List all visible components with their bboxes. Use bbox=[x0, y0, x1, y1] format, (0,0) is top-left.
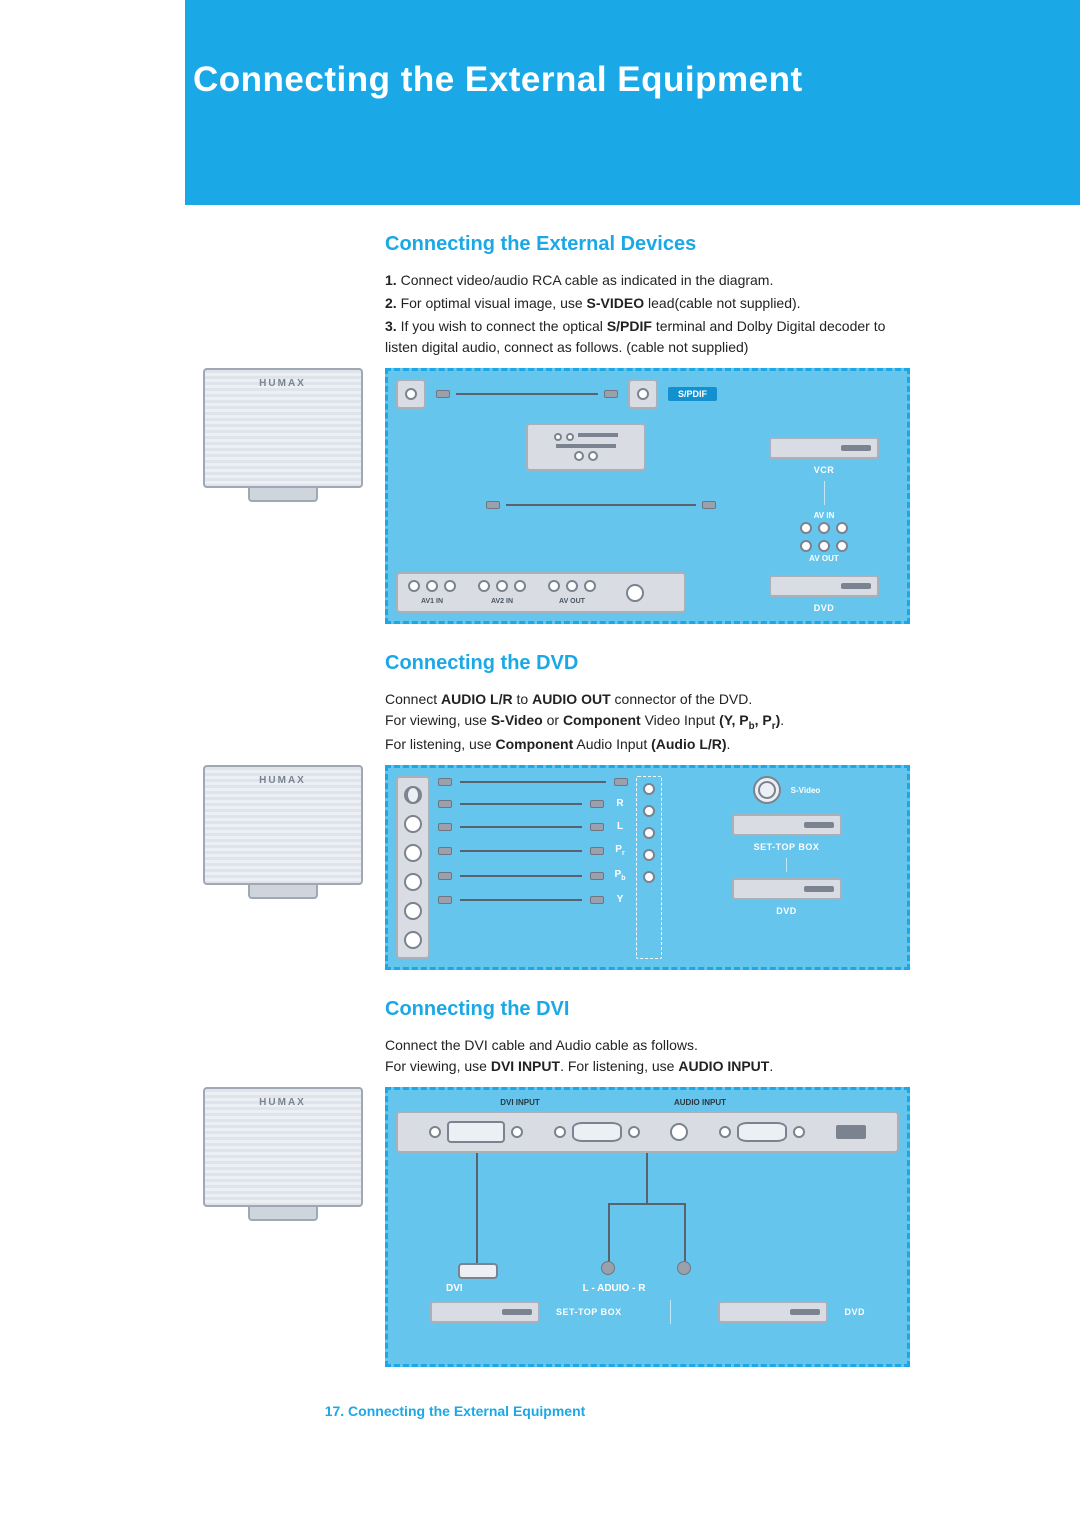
tv-rear-panel-2 bbox=[185, 765, 380, 899]
step1-text: Connect video/audio RCA cable as indicat… bbox=[397, 272, 774, 288]
page-footer: 17. Connecting the External Equipment bbox=[0, 1403, 910, 1419]
spdif-decoder-port-icon bbox=[637, 388, 649, 400]
tv-icon bbox=[203, 368, 363, 488]
header-band: Connecting the External Equipment bbox=[185, 0, 1080, 205]
dvd-y-port-icon bbox=[643, 871, 655, 883]
set-top-box-icon-2 bbox=[430, 1301, 540, 1323]
plug-icon bbox=[604, 390, 618, 398]
dvd-label: DVD bbox=[814, 603, 835, 613]
audio-jack-icon bbox=[670, 1123, 688, 1141]
page-title: Connecting the External Equipment bbox=[193, 60, 803, 100]
section-heading-dvd: Connecting the DVD bbox=[385, 652, 910, 675]
tv-icon bbox=[203, 765, 363, 885]
av2-in-label: AV2 IN bbox=[482, 598, 522, 605]
dvd-device-icon-3 bbox=[718, 1301, 828, 1323]
step2-num: 2. bbox=[385, 295, 397, 311]
audio-l-plug-icon bbox=[601, 1261, 615, 1275]
svideo-tv-port-icon bbox=[404, 786, 422, 804]
dvd-device-icon-2 bbox=[732, 878, 842, 900]
step2-pre: For optimal visual image, use bbox=[397, 295, 587, 311]
diagram-dvd: R L Pr Pb Y bbox=[385, 765, 910, 970]
diagram-dvi: DVI INPUT AUDIO INPUT bbox=[385, 1087, 910, 1367]
set-top-box-label: SET-TOP BOX bbox=[754, 842, 820, 852]
audio-input-header: AUDIO INPUT bbox=[630, 1098, 770, 1107]
plug-icon bbox=[702, 501, 716, 509]
tv-stand-icon bbox=[248, 885, 318, 899]
dvi-port-icon bbox=[447, 1121, 505, 1143]
dvi-bottom-label: DVI bbox=[446, 1283, 463, 1294]
section-heading-dvi: Connecting the DVI bbox=[385, 998, 910, 1021]
pb-tag: Pb bbox=[612, 869, 628, 882]
pr-tv-port-icon bbox=[404, 873, 422, 891]
audio-l-tv-port-icon bbox=[404, 844, 422, 862]
y-tv-port-icon bbox=[404, 931, 422, 949]
tv-rear-panel-1 bbox=[185, 368, 380, 502]
pb-tv-port-icon bbox=[404, 902, 422, 920]
dvd-label-2: DVD bbox=[776, 906, 797, 916]
section1-steps: 1. Connect video/audio RCA cable as indi… bbox=[385, 270, 910, 358]
vcr-device-icon bbox=[769, 437, 879, 459]
section3-body: Connect the DVI cable and Audio cable as… bbox=[385, 1035, 910, 1077]
l-tag: L bbox=[612, 821, 628, 832]
step3-bold: S/PDIF bbox=[607, 318, 652, 334]
r-tag: R bbox=[612, 798, 628, 809]
y-tag: Y bbox=[612, 894, 628, 905]
audio-r-plug-icon bbox=[677, 1261, 691, 1275]
dvd-r-port-icon bbox=[643, 783, 655, 795]
svideo-label: S-Video bbox=[791, 786, 821, 795]
diagram-external-devices: S/PDIF bbox=[385, 368, 910, 624]
step3-pre: If you wish to connect the optical bbox=[397, 318, 607, 334]
av-out-label: AV OUT bbox=[809, 554, 839, 563]
dvd-pr-port-icon bbox=[643, 827, 655, 839]
pr-tag: Pr bbox=[612, 844, 628, 857]
section2-body: Connect AUDIO L/R to AUDIO OUT connector… bbox=[385, 689, 910, 755]
set-top-box-icon bbox=[732, 814, 842, 836]
dvd-pb-port-icon bbox=[643, 849, 655, 861]
vcr-label: VCR bbox=[814, 465, 835, 475]
tv-stand-icon bbox=[248, 488, 318, 502]
dvd-device-icon bbox=[769, 575, 879, 597]
av1-in-label: AV1 IN bbox=[412, 598, 452, 605]
misc-port-icon bbox=[836, 1125, 866, 1139]
dvd-port-group bbox=[636, 776, 662, 959]
plug-icon bbox=[486, 501, 500, 509]
tv-icon bbox=[203, 1087, 363, 1207]
step2-bold: S-VIDEO bbox=[587, 295, 645, 311]
audio-lr-bottom-label: L - ADUIO - R bbox=[583, 1283, 646, 1294]
plug-icon bbox=[436, 390, 450, 398]
audio-r-tv-port-icon bbox=[404, 815, 422, 833]
dvd-l-port-icon bbox=[643, 805, 655, 817]
svideo-device-port-icon bbox=[753, 776, 781, 804]
step2-post: lead(cable not supplied). bbox=[644, 295, 800, 311]
dvi-plug-icon bbox=[458, 1263, 498, 1279]
tv-stand-icon bbox=[248, 1207, 318, 1221]
dvi-connector-strip bbox=[396, 1111, 899, 1153]
dvi-input-header: DVI INPUT bbox=[450, 1098, 590, 1107]
spdif-label: S/PDIF bbox=[668, 387, 717, 401]
step3-num: 3. bbox=[385, 318, 397, 334]
spdif-tv-port-icon bbox=[405, 388, 417, 400]
dvd-label-3: DVD bbox=[844, 1307, 865, 1317]
vga-port-icon bbox=[572, 1122, 622, 1142]
svideo-port-icon bbox=[626, 584, 644, 602]
av-out-bottom-label: AV OUT bbox=[552, 598, 592, 605]
tv-rear-panel-3 bbox=[185, 1087, 380, 1221]
section-heading-external-devices: Connecting the External Devices bbox=[385, 233, 910, 256]
step1-num: 1. bbox=[385, 272, 397, 288]
set-top-box-label-2: SET-TOP BOX bbox=[556, 1307, 622, 1317]
av-in-label: AV IN bbox=[814, 511, 835, 520]
vga-port-icon-2 bbox=[737, 1122, 787, 1142]
